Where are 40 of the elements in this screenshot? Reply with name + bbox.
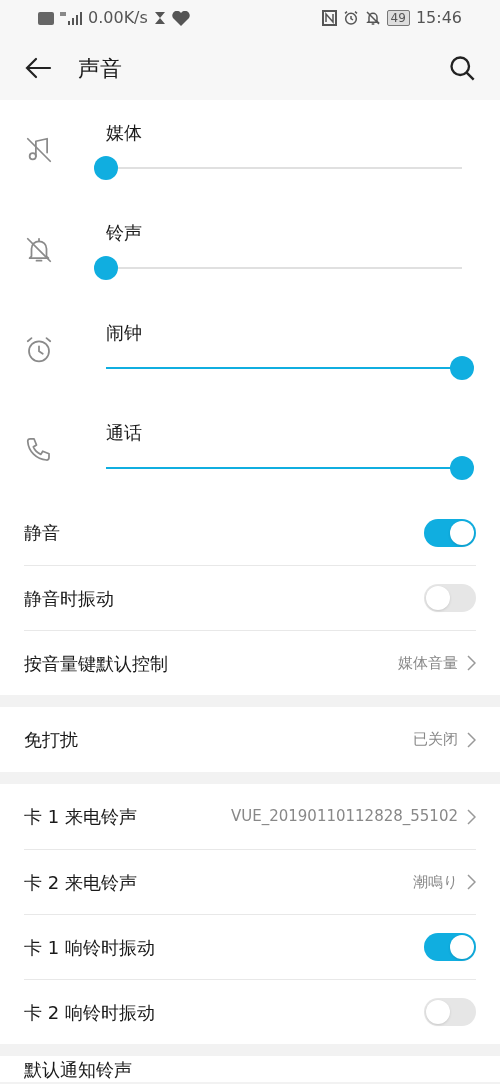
volume-label: 通话 [106, 421, 143, 445]
signal-icon [60, 11, 82, 25]
page-title: 声音 [78, 54, 122, 83]
volume-label: 铃声 [106, 221, 143, 245]
setting-value: 媒体音量 [398, 652, 458, 674]
chevron-right-icon [466, 655, 476, 671]
setting-label: 免打扰 [24, 728, 78, 752]
setting-label: 卡 2 响铃时振动 [24, 1000, 155, 1025]
toggle-switch[interactable] [424, 933, 476, 961]
heart-icon [171, 10, 190, 26]
hourglass-icon [153, 11, 166, 25]
setting-label: 静音 [24, 521, 60, 545]
setting-label: 卡 1 响铃时振动 [24, 935, 155, 960]
toggle-switch[interactable] [424, 518, 476, 547]
chevron-right-icon [466, 731, 476, 748]
setting-label: 卡 2 来电铃声 [24, 870, 137, 895]
volume-label: 闹钟 [106, 321, 143, 345]
nfc-icon [321, 10, 337, 26]
muted-bell-icon [364, 10, 381, 26]
toggle-switch[interactable] [424, 584, 476, 612]
setting-label: 默认通知铃声 [24, 1059, 132, 1080]
setting-value: 潮鳴り [413, 871, 458, 893]
network-speed: 0.00K/s [88, 7, 148, 29]
setting-label: 静音时振动 [24, 586, 114, 611]
alarm-clock-icon [24, 335, 54, 365]
chevron-right-icon [466, 874, 476, 890]
search-button[interactable] [448, 54, 476, 82]
setting-value: 已关闭 [413, 729, 458, 751]
clock: 15:46 [415, 7, 462, 29]
toggle-switch[interactable] [424, 998, 476, 1026]
setting-label: 卡 1 来电铃声 [24, 805, 137, 829]
alarm-clock-icon [342, 10, 359, 26]
setting-value: VUE_20190110112828_55102 [230, 806, 458, 828]
muted-bell-icon [24, 235, 54, 265]
chevron-right-icon [466, 808, 476, 825]
setting-label: 按音量键默认控制 [24, 651, 168, 676]
muted-music-icon [24, 135, 54, 165]
back-button[interactable] [24, 56, 52, 80]
volume-label: 媒体 [106, 121, 143, 145]
battery-indicator: 49 [386, 10, 410, 26]
